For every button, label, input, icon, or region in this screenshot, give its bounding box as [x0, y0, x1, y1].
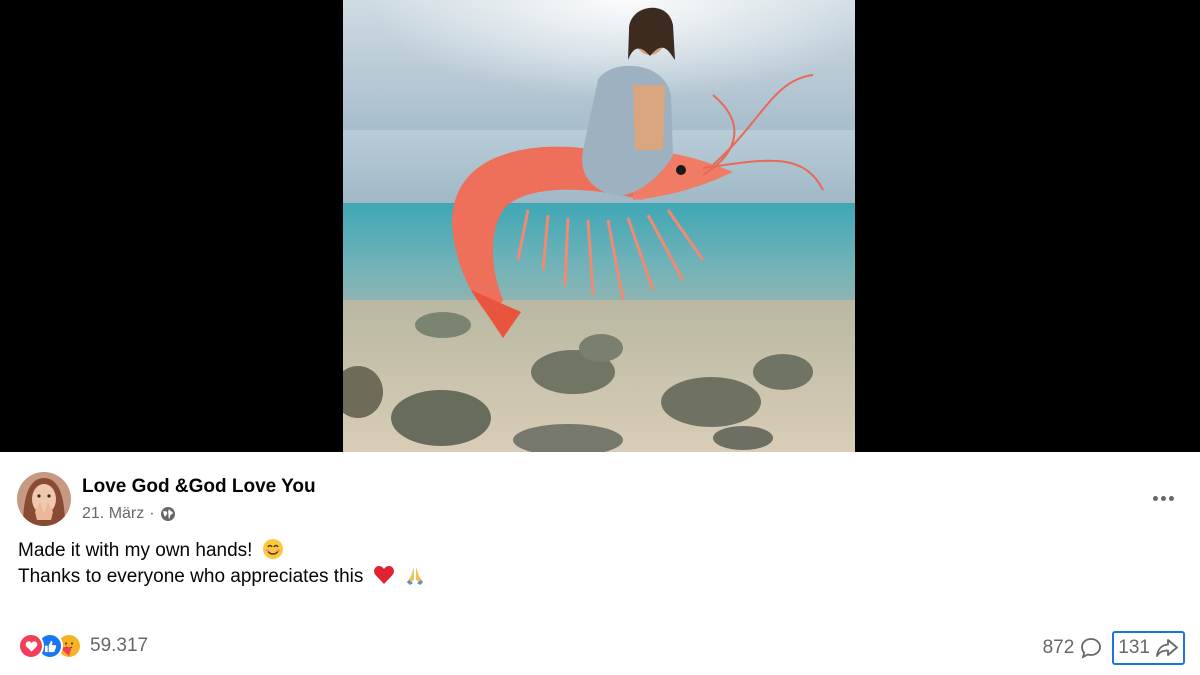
more-options-button[interactable]	[1143, 484, 1183, 512]
engagement-stats: 872 131	[1043, 631, 1185, 665]
reaction-count: 59.317	[90, 635, 149, 656]
post-meta: 21. März ·	[82, 505, 176, 523]
comment-icon	[1081, 638, 1102, 659]
love-reaction-icon	[18, 633, 44, 659]
shares-button[interactable]: 131	[1112, 631, 1185, 665]
more-options-icon-dot	[1160, 495, 1166, 501]
share-count: 131	[1118, 637, 1150, 658]
author-avatar[interactable]	[17, 472, 71, 526]
more-options-icon-dot	[1152, 495, 1158, 501]
post-text-line-1: Made it with my own hands!	[18, 538, 426, 564]
folded-hands-emoji-icon	[406, 567, 423, 585]
share-icon	[1156, 639, 1178, 657]
avatar-image	[17, 472, 71, 526]
post-media[interactable]	[0, 0, 1200, 452]
post-date[interactable]: 21. März	[82, 505, 144, 523]
comments-button[interactable]: 872	[1043, 637, 1103, 659]
comment-count: 872	[1042, 637, 1075, 658]
post-header: Love God &God Love You 21. März ·	[17, 472, 1183, 528]
reactions-summary[interactable]: 59.317	[18, 633, 148, 659]
globe-icon	[160, 507, 175, 521]
more-options-icon-dot	[1168, 495, 1174, 501]
post-text: Made it with my own hands! Thanks to eve…	[18, 538, 426, 590]
post-text-line-2: Thanks to everyone who appreciates this	[18, 564, 426, 590]
smiling-face-emoji-icon	[262, 539, 283, 559]
red-heart-emoji-icon	[373, 566, 394, 584]
shrimp-jesus-image	[343, 0, 855, 452]
post-photo[interactable]	[343, 0, 855, 452]
author-name[interactable]: Love God &God Love You	[82, 476, 316, 498]
meta-separator: ·	[149, 505, 155, 522]
